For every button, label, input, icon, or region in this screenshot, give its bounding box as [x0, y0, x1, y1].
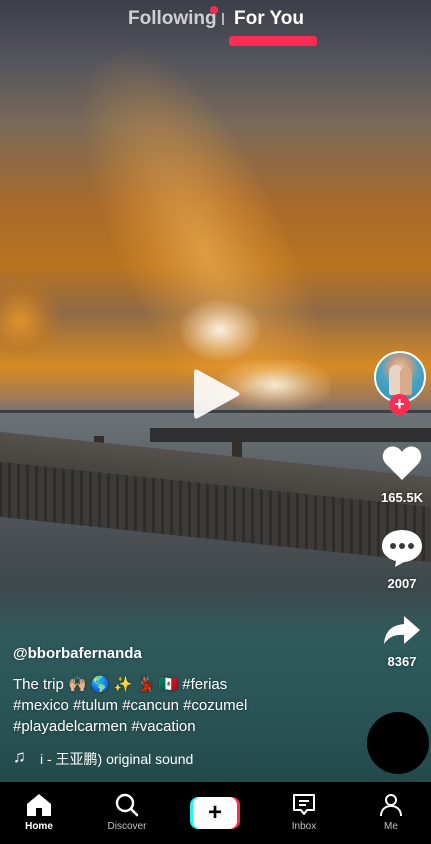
create-button[interactable]: +: [190, 797, 240, 829]
profile-icon: [380, 794, 402, 817]
play-icon: [194, 369, 240, 419]
caption-hashtags[interactable]: #playadelcarmen #vacation: [13, 716, 363, 737]
nav-label-me: Me: [384, 821, 398, 832]
tab-following[interactable]: Following: [128, 8, 217, 30]
follow-button[interactable]: +: [389, 394, 410, 415]
inbox-icon: [293, 794, 315, 815]
comment-bubble-icon: [382, 530, 422, 567]
tab-divider: [222, 13, 224, 25]
nav-discover[interactable]: Discover: [88, 782, 166, 844]
like-button[interactable]: 165.5K: [376, 444, 428, 505]
nav-label-inbox: Inbox: [291, 821, 317, 832]
like-count: 165.5K: [381, 490, 423, 505]
heart-icon: [382, 446, 422, 480]
nav-label-discover: Discover: [107, 821, 147, 832]
sound-disc[interactable]: [367, 712, 429, 774]
sound-title: i - 王亚鹏) original sound: [40, 751, 194, 767]
nav-me[interactable]: Me: [352, 782, 430, 844]
plus-icon: +: [193, 797, 237, 829]
video-caption: The trip 🙌🏼 🌎 ✨ 💃🏽 🇲🇽 #ferias #mexico #t…: [13, 674, 363, 737]
active-tab-indicator: [229, 36, 317, 46]
nav-inbox[interactable]: Inbox: [265, 782, 343, 844]
search-icon: [115, 793, 139, 817]
share-button[interactable]: 8367: [376, 614, 428, 669]
tab-for-you[interactable]: For You: [234, 8, 304, 30]
comment-count: 2007: [387, 576, 417, 591]
music-note-icon: ♫: [13, 747, 26, 766]
nav-label-home: Home: [25, 821, 53, 832]
notification-dot: [210, 6, 218, 14]
nav-home[interactable]: Home: [0, 782, 78, 844]
caption-hashtags[interactable]: #mexico #tulum #cancun #cozumel: [13, 695, 363, 716]
comment-button[interactable]: 2007: [376, 528, 428, 591]
caption-line: The trip 🙌🏼 🌎 ✨ 💃🏽 🇲🇽 #ferias: [13, 676, 228, 693]
share-count: 8367: [387, 654, 417, 669]
play-button[interactable]: [192, 366, 242, 422]
avatar-figure: [400, 367, 412, 395]
share-arrow-icon: [384, 616, 420, 644]
home-icon: [27, 794, 51, 816]
creator-username[interactable]: @bborbafernanda: [13, 645, 142, 662]
